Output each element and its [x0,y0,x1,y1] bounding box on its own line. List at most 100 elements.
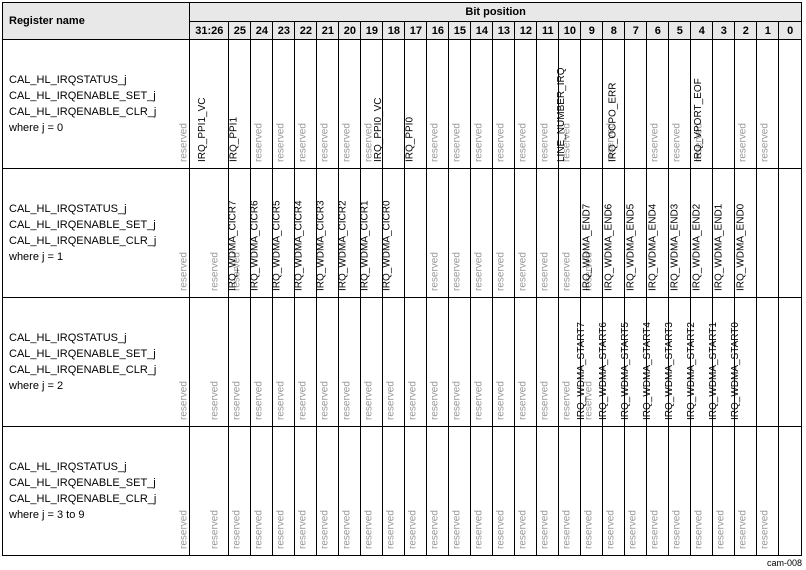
reserved-label: reserved [341,381,352,420]
bit-header-9: 9 [581,22,603,40]
bit-cell: IRQ_WDMA_START0 [779,298,802,427]
bit-field-label: IRQ_PPI0 [404,117,415,162]
reserved-label: reserved [363,381,374,420]
reserved-label: reserved [385,510,396,549]
bit-header-0: 0 [779,22,802,40]
reserved-label: reserved [385,381,396,420]
reserved-label: reserved [297,381,308,420]
register-name-line: CAL_HL_IRQENABLE_CLR_j [9,233,183,249]
reserved-label: reserved [407,510,418,549]
bit-cell: IRQ_WDMA_END0 [779,169,802,298]
bit-header-24: 24 [251,22,273,40]
reserved-label: reserved [495,252,506,291]
bit-header-7: 7 [625,22,647,40]
bit-field-label: IRQ_WDMA_CICR7 [228,200,239,291]
reserved-label: reserved [495,123,506,162]
reserved-label: reserved [297,510,308,549]
reserved-label: reserved [429,381,440,420]
bit-cell: reserved [190,40,229,169]
bit-field-label: IRQ_WDMA_CICR5 [272,200,283,291]
bit-header-2: 2 [735,22,757,40]
reserved-label: reserved [407,381,418,420]
reserved-label: reserved [671,510,682,549]
col-header-register-name: Register name [3,3,190,40]
bit-header-14: 14 [471,22,493,40]
bit-header-10: 10 [559,22,581,40]
bit-header-18: 18 [383,22,405,40]
reserved-label: reserved [179,381,190,420]
register-name-line: CAL_HL_IRQENABLE_SET_j [9,346,183,362]
reserved-label: reserved [231,510,242,549]
reserved-label: reserved [179,510,190,549]
reserved-label: reserved [495,510,506,549]
bit-field-label: IRQ_WDMA_END4 [647,204,658,291]
reserved-label: reserved [539,510,550,549]
register-name-cell: CAL_HL_IRQSTATUS_jCAL_HL_IRQENABLE_SET_j… [3,298,190,427]
register-name-line: CAL_HL_IRQSTATUS_j [9,459,183,475]
reserved-label: reserved [275,381,286,420]
reserved-label: reserved [473,123,484,162]
bit-field-label: IRQ_WDMA_END7 [581,204,592,291]
bit-field-label: IRQ_WDMA_END0 [736,204,747,291]
register-name-line: CAL_HL_IRQENABLE_CLR_j [9,491,183,507]
bit-cell: IRQ_WDMA_CICR1 [405,169,427,298]
bit-header-11: 11 [537,22,559,40]
reserved-label: reserved [275,510,286,549]
table-row: CAL_HL_IRQSTATUS_jCAL_HL_IRQENABLE_SET_j… [3,40,802,169]
bit-field-label: IRQ_WDMA_START1 [708,322,719,420]
reserved-label: reserved [561,510,572,549]
bit-cell: reserved [713,40,735,169]
bit-field-label: IRQ_WDMA_START2 [686,322,697,420]
reserved-label: reserved [715,510,726,549]
bit-header-5: 5 [669,22,691,40]
bit-cell: reserved [581,40,603,169]
reserved-label: reserved [760,510,771,549]
reserved-label: reserved [275,123,286,162]
register-name-line: where j = 3 to 9 [9,507,183,523]
reserved-label: reserved [517,381,528,420]
bit-field-label: IRQ_WDMA_START5 [620,322,631,420]
reserved-label: reserved [429,252,440,291]
reserved-label: reserved [737,510,748,549]
bit-field-label: LINE_NUMBER_IRQ [556,68,567,162]
table-row: CAL_HL_IRQSTATUS_jCAL_HL_IRQENABLE_SET_j… [3,298,802,427]
bit-header-19: 19 [361,22,383,40]
bit-cell: reserved [625,40,647,169]
bit-cell: IRQ_WDMA_END1 [757,169,779,298]
reserved-label: reserved [539,123,550,162]
reserved-label: reserved [429,123,440,162]
bit-field-label: IRQ_WDMA_CICR6 [250,200,261,291]
register-name-line: CAL_HL_IRQSTATUS_j [9,330,183,346]
register-name-line: CAL_HL_IRQENABLE_SET_j [9,217,183,233]
reserved-label: reserved [649,510,660,549]
reserved-label: reserved [561,381,572,420]
reserved-label: reserved [473,510,484,549]
bit-cell: reserved [383,40,405,169]
reserved-label: reserved [693,510,704,549]
bit-cell: reserved [779,427,802,556]
bit-header-20: 20 [339,22,361,40]
reserved-label: reserved [737,123,748,162]
reserved-label: reserved [451,252,462,291]
reserved-label: reserved [209,510,220,549]
bit-field-label: IRQ_WDMA_START4 [642,322,653,420]
reserved-label: reserved [319,123,330,162]
bit-field-label: IRQ_WDMA_START3 [664,322,675,420]
register-name-cell: CAL_HL_IRQSTATUS_jCAL_HL_IRQENABLE_SET_j… [3,427,190,556]
reserved-label: reserved [517,123,528,162]
bit-header-13: 13 [493,22,515,40]
bit-field-label: IRQ_WDMA_CICR3 [316,200,327,291]
reserved-label: reserved [627,510,638,549]
reserved-label: reserved [539,252,550,291]
reserved-label: reserved [495,381,506,420]
bit-cell: IRQ_WDMA_START1 [757,298,779,427]
bit-header-6: 6 [647,22,669,40]
register-name-line: CAL_HL_IRQENABLE_SET_j [9,88,183,104]
register-bit-table: Register name Bit position 31:2625242322… [2,2,802,556]
bit-header-16: 16 [427,22,449,40]
reserved-label: reserved [451,123,462,162]
reserved-label: reserved [517,510,528,549]
register-name-line: CAL_HL_IRQENABLE_CLR_j [9,362,183,378]
bit-header-21: 21 [317,22,339,40]
reserved-label: reserved [583,510,594,549]
